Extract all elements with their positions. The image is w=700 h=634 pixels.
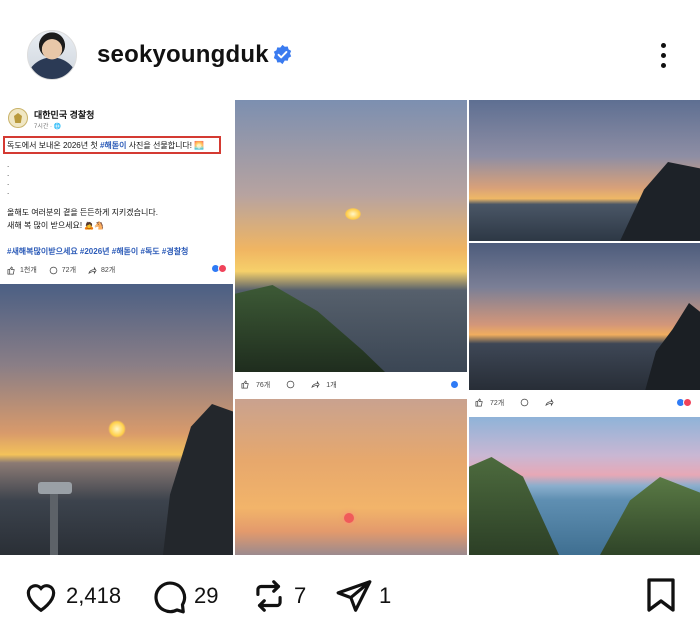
comment-icon <box>286 380 295 389</box>
fb-page-name: 대한민국 경찰청 <box>34 110 95 120</box>
sun-icon <box>344 513 354 523</box>
thumbs-up-icon <box>241 380 249 389</box>
camera-pole <box>50 494 58 555</box>
fb-text-line-2: 올해도 여러분의 곁을 든든하게 지키겠습니다. <box>7 208 158 217</box>
cliff-silhouette <box>645 303 700 391</box>
sunrise-photo-sea[interactable]: 76개 1개 <box>235 100 467 397</box>
photo-e-like-count: 72개 <box>490 399 505 407</box>
fb-text-line-3: 새해 복 많이 받으세요! 🙇🐴 <box>7 221 105 230</box>
like-reaction-icon <box>450 380 459 389</box>
username[interactable]: seokyoungduk <box>97 41 269 69</box>
sea-photo <box>235 100 467 372</box>
heart-icon <box>26 584 56 613</box>
fb-dots: . . . . <box>7 160 10 196</box>
love-reaction-icon <box>218 264 227 273</box>
thumbs-up-icon <box>7 265 15 274</box>
fb-headline: 독도에서 보내온 2026년 첫 #해돋이 사진을 선물합니다! 🌅 <box>7 141 205 150</box>
share-icon <box>311 380 320 389</box>
clouds-photo <box>469 243 700 391</box>
profile-avatar[interactable] <box>27 30 77 80</box>
island-rock-left <box>469 457 559 555</box>
fb-comment-count: 72개 <box>61 267 77 274</box>
comment-button[interactable]: 29 <box>150 577 218 615</box>
facebook-post-screenshot[interactable]: 대한민국 경찰청 7시간 · 🌐 독도에서 보내온 2026년 첫 #해돋이 사… <box>0 100 233 283</box>
fb-hashtag-inline: #해돋이 <box>99 141 127 150</box>
photo-b-stats: 76개 1개 <box>235 372 467 397</box>
grassy-cliff <box>235 285 385 372</box>
photo-grid: 대한민국 경찰청 7시간 · 🌐 독도에서 보내온 2026년 첫 #해돋이 사… <box>0 100 700 555</box>
share-icon <box>88 266 97 274</box>
photo-b-like-count: 76개 <box>256 381 271 389</box>
sunrise-photo-horizon[interactable] <box>235 399 467 555</box>
comment-icon <box>49 266 58 274</box>
sunrise-photo-clouds-cliff[interactable]: 72개 <box>469 243 700 415</box>
share-button[interactable]: 1 <box>335 577 391 615</box>
sun-icon <box>345 208 361 220</box>
verified-badge-icon <box>273 44 292 65</box>
repost-icon <box>256 580 282 612</box>
fb-share-count: 82개 <box>101 267 116 274</box>
like-button[interactable]: 2,418 <box>22 577 121 615</box>
post-actions-bar: 2,418 29 7 1 <box>0 555 700 634</box>
comment-bubble-icon <box>154 581 187 614</box>
cliff-silhouette <box>620 162 700 241</box>
more-options-icon[interactable] <box>654 40 672 70</box>
sunrise-photo-cloudy[interactable] <box>469 100 700 241</box>
photo-b-share-count: 1개 <box>326 381 337 389</box>
comment-count: 29 <box>194 583 219 608</box>
share-count: 1 <box>379 583 392 608</box>
repost-count: 7 <box>294 583 307 608</box>
share-icon <box>545 398 554 407</box>
police-logo-icon <box>8 108 28 128</box>
sunrise-photo-camera[interactable] <box>0 284 233 555</box>
like-count: 2,418 <box>66 583 122 608</box>
fb-hashtags: #새해복많이받으세요 #2026년 #해돋이 #독도 #경찰청 <box>7 247 189 256</box>
fb-post-time: 7시간 · 🌐 <box>34 124 62 130</box>
send-icon <box>336 580 372 612</box>
cliff-silhouette <box>163 404 233 555</box>
photo-e-reactions <box>676 398 692 407</box>
island-rock-right <box>600 477 700 555</box>
dokdo-island-photo[interactable] <box>469 417 700 555</box>
thumbs-up-icon <box>475 398 483 407</box>
fb-like-count: 1천개 <box>20 267 37 274</box>
photo-e-stats: 72개 <box>469 390 700 415</box>
sun-icon <box>108 420 126 438</box>
fb-stats: 1천개 72개 82개 <box>7 265 115 275</box>
camera-device <box>38 482 72 494</box>
love-reaction-icon <box>683 398 692 407</box>
post-header: seokyoungduk <box>0 0 700 100</box>
bookmark-icon[interactable] <box>646 577 676 613</box>
comment-icon <box>520 398 529 407</box>
fb-reactions <box>211 264 227 273</box>
repost-button[interactable]: 7 <box>250 577 306 615</box>
